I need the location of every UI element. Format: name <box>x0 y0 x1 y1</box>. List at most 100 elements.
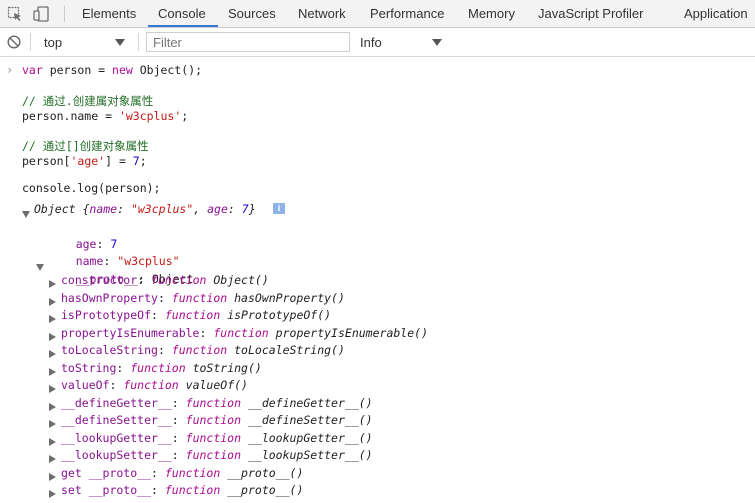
log-level-value: Info <box>360 35 382 50</box>
function-keyword: function <box>130 360 186 375</box>
function-keyword: function <box>171 343 228 357</box>
collapse-triangle-icon[interactable] <box>22 207 30 221</box>
object-summary[interactable]: Object {name: "w3cplus", age: 7} <box>34 201 256 218</box>
function-signature: Object() <box>213 273 269 287</box>
function-signature: propertyIsEnumerable() <box>275 325 428 340</box>
log-level-selector[interactable]: Info <box>352 31 452 53</box>
clear-console-icon[interactable] <box>7 35 21 49</box>
console-messages: › var person = new Object(); // 通过.创建属对象… <box>0 57 755 503</box>
proto-member-row[interactable]: valueOf: function valueOf() <box>61 377 248 394</box>
proto-member-row[interactable]: toString: function toString() <box>61 360 262 377</box>
expand-triangle-icon[interactable] <box>49 417 56 431</box>
expand-triangle-icon[interactable] <box>49 400 56 414</box>
proto-property[interactable]: __proto__: Object <box>48 254 194 286</box>
property-key: propertyIsEnumerable <box>61 325 200 340</box>
function-keyword: function <box>151 273 207 287</box>
toolbar-divider <box>64 6 65 22</box>
expand-triangle-icon[interactable] <box>49 435 56 449</box>
tab-memory[interactable]: Memory <box>468 0 515 27</box>
toolbar-divider <box>30 33 31 51</box>
tab-network[interactable]: Network <box>298 0 346 27</box>
property-key: hasOwnProperty <box>61 290 158 305</box>
function-signature: isPrototypeOf() <box>227 308 332 322</box>
function-signature: toString() <box>192 360 262 375</box>
filter-input[interactable] <box>146 32 350 52</box>
expand-triangle-icon[interactable] <box>49 295 56 309</box>
expand-triangle-icon[interactable] <box>49 312 56 326</box>
console-input-line: var person = new Object(); <box>22 63 203 77</box>
info-icon[interactable]: i <box>273 203 285 214</box>
context-selector[interactable]: top <box>36 31 132 53</box>
proto-member-row[interactable]: toLocaleString: function toLocaleString(… <box>61 342 345 359</box>
function-signature: valueOf() <box>185 378 248 392</box>
proto-member-row[interactable]: __defineGetter__: function __defineGette… <box>61 395 373 412</box>
expand-triangle-icon[interactable] <box>49 347 56 361</box>
function-keyword: function <box>164 465 221 480</box>
object-property: name: "w3cplus" <box>75 254 180 268</box>
proto-member-row[interactable]: propertyIsEnumerable: function propertyI… <box>61 325 428 342</box>
function-signature: hasOwnProperty() <box>234 290 345 305</box>
active-tab-indicator <box>148 25 218 27</box>
proto-member-row[interactable]: __lookupSetter__: function __lookupSette… <box>61 447 373 464</box>
proto-member-row[interactable]: get __proto__: function __proto__() <box>61 465 303 482</box>
function-signature: __proto__() <box>227 483 304 497</box>
property-key: isPrototypeOf <box>61 308 152 322</box>
expand-triangle-icon[interactable] <box>49 365 56 379</box>
property-key: __defineSetter__ <box>61 413 172 427</box>
device-toolbar-icon[interactable] <box>33 6 49 22</box>
proto-member-row[interactable]: set __proto__: function __proto__() <box>61 482 303 499</box>
proto-member-row[interactable]: hasOwnProperty: function hasOwnProperty(… <box>61 290 345 307</box>
expand-triangle-icon[interactable] <box>49 487 56 501</box>
property-key: __lookupSetter__ <box>61 448 172 462</box>
tab-performance[interactable]: Performance <box>370 0 444 27</box>
property-key: toString <box>61 360 117 375</box>
console-input-line: person.name = 'w3cplus'; <box>22 109 189 123</box>
property-key: valueOf <box>61 378 110 392</box>
function-keyword: function <box>164 308 221 322</box>
proto-member-row[interactable]: isPrototypeOf: function isPrototypeOf() <box>61 307 331 324</box>
function-keyword: function <box>185 395 242 410</box>
function-keyword: function <box>185 413 242 427</box>
function-keyword: function <box>123 378 179 392</box>
proto-member-row[interactable]: __defineSetter__: function __defineSette… <box>61 412 373 429</box>
expand-triangle-icon[interactable] <box>49 277 56 291</box>
devtools-tab-bar: Elements Console Sources Network Perform… <box>0 0 755 28</box>
property-key: set __proto__ <box>61 483 152 497</box>
inspect-element-icon[interactable] <box>7 6 23 22</box>
prompt-chevron-icon: › <box>6 63 14 77</box>
expand-triangle-icon[interactable] <box>49 382 56 396</box>
function-keyword: function <box>164 483 221 497</box>
console-input-line: console.log(person); <box>22 181 161 195</box>
tab-console[interactable]: Console <box>158 0 206 27</box>
function-signature: __defineSetter__() <box>247 413 373 427</box>
property-key: constructor <box>61 273 138 287</box>
tab-elements[interactable]: Elements <box>82 0 136 27</box>
object-property: age: 7 <box>75 237 118 251</box>
proto-member-row[interactable]: __lookupGetter__: function __lookupGette… <box>61 430 373 447</box>
function-signature: __lookupSetter__() <box>247 448 373 462</box>
function-signature: __lookupGetter__() <box>247 430 373 445</box>
dropdown-arrow-icon <box>115 39 125 46</box>
property-key: get __proto__ <box>61 465 152 480</box>
property-key: __lookupGetter__ <box>61 430 172 445</box>
dropdown-arrow-icon <box>432 39 442 46</box>
function-keyword: function <box>185 448 242 462</box>
tab-application[interactable]: Application <box>684 0 748 27</box>
tab-sources[interactable]: Sources <box>228 0 276 27</box>
property-key: toLocaleString <box>61 343 158 357</box>
expand-triangle-icon[interactable] <box>49 330 56 344</box>
tab-javascript-profiler[interactable]: JavaScript Profiler <box>538 0 643 27</box>
function-signature: toLocaleString() <box>234 343 345 357</box>
expand-triangle-icon[interactable] <box>49 470 56 484</box>
context-selector-value: top <box>44 35 63 50</box>
function-keyword: function <box>185 430 242 445</box>
function-signature: __defineGetter__() <box>247 395 373 410</box>
console-input-line: person['age'] = 7; <box>22 154 147 168</box>
function-signature: __proto__() <box>227 465 304 480</box>
proto-member-row[interactable]: constructor: function Object() <box>61 272 269 289</box>
expand-triangle-icon[interactable] <box>49 452 56 466</box>
collapse-triangle-icon[interactable] <box>36 260 44 274</box>
toolbar-divider <box>138 33 139 51</box>
function-keyword: function <box>213 325 269 340</box>
function-keyword: function <box>171 290 228 305</box>
